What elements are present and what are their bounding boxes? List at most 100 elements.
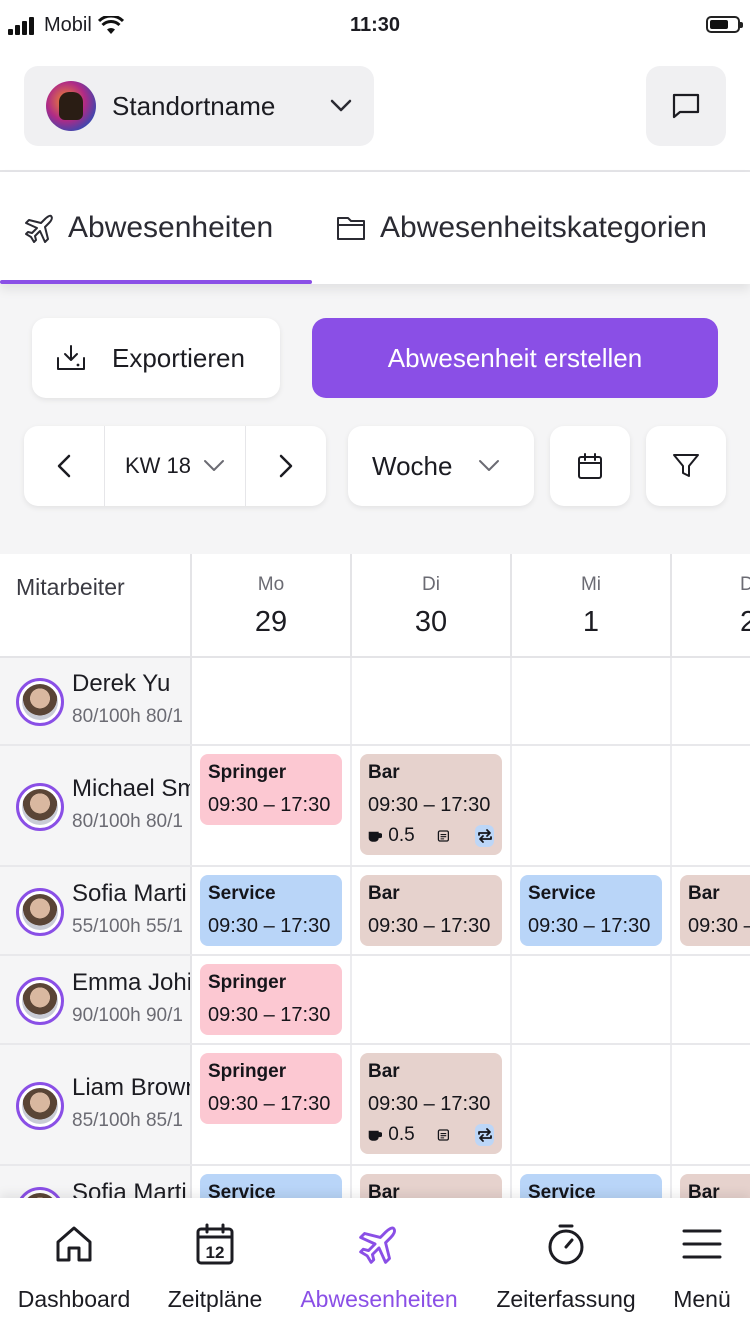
location-selector[interactable]: Standortname (24, 66, 374, 146)
day-cell[interactable]: Bar 09:30 – 17:30 0.5 (352, 1045, 512, 1164)
day-number: 2 (740, 606, 750, 638)
shift-card[interactable]: Service (200, 1174, 342, 1200)
shift-card[interactable]: Service (520, 1174, 662, 1200)
employee-cell[interactable]: Emma Johi 90/100h 90/1 (0, 956, 192, 1043)
previous-week-button[interactable] (24, 426, 104, 506)
day-cell[interactable]: Service (512, 1166, 672, 1200)
shift-card[interactable]: Bar 09:30 – 17:30 0.5 (360, 754, 502, 855)
day-cell[interactable]: Bar 09:30 – 17:30 (352, 867, 512, 954)
shift-card[interactable]: Bar 09:30 – (680, 875, 750, 946)
day-cell[interactable] (192, 658, 352, 744)
day-cell[interactable] (672, 746, 750, 865)
active-tab-indicator (0, 280, 312, 284)
employee-cell[interactable]: Sofia Marti 55/100h 55/1 (0, 867, 192, 954)
view-select[interactable]: Woche (348, 426, 534, 506)
day-cell[interactable]: Bar (672, 1166, 750, 1200)
day-name: Mi (580, 574, 602, 595)
employee-cell[interactable]: Derek Yu 80/100h 80/1 (0, 658, 192, 744)
day-cell[interactable] (352, 658, 512, 744)
tab-label: Abwesenheiten (68, 211, 274, 244)
nav-label: Zeiterfassung (496, 1286, 636, 1312)
day-cell[interactable] (512, 746, 672, 865)
day-cell[interactable]: Springer 09:30 – 17:30 (192, 1045, 352, 1164)
next-week-button[interactable] (246, 426, 326, 506)
nav-abwesenheiten[interactable]: Abwesenheiten (294, 1198, 464, 1334)
location-name: Standortname (112, 90, 276, 121)
shift-name: Bar (368, 762, 400, 783)
nav-zeiterfassung[interactable]: Zeiterfassung (488, 1198, 644, 1334)
employee-hours: 80/100h 80/1 (72, 810, 183, 832)
coffee-icon (368, 831, 383, 842)
day-cell[interactable]: Bar (352, 1166, 512, 1200)
toolbar: Exportieren Abwesenheit erstellen KW 18 … (0, 284, 750, 554)
shift-card[interactable]: Springer 09:30 – 17:30 (200, 964, 342, 1035)
day-cell[interactable]: Service (192, 1166, 352, 1200)
app-header: Standortname (0, 52, 750, 172)
shift-card[interactable]: Bar (360, 1174, 502, 1200)
shift-card[interactable]: Springer 09:30 – 17:30 (200, 754, 342, 825)
day-cell[interactable] (672, 658, 750, 744)
shift-card[interactable]: Springer 09:30 – 17:30 (200, 1053, 342, 1124)
day-cell[interactable] (512, 1045, 672, 1164)
nav-label: Dashboard (17, 1286, 131, 1312)
employee-column-header: Mitarbeiter (0, 554, 192, 658)
employee-hours: 55/100h 55/1 (72, 915, 183, 937)
day-cell[interactable] (672, 1045, 750, 1164)
employee-name: Derek Yu (72, 670, 171, 697)
day-number: 30 (414, 606, 448, 638)
note-icon (437, 830, 449, 842)
break-value: 0.5 (388, 1124, 415, 1145)
filter-button[interactable] (646, 426, 726, 506)
shift-card[interactable]: Service 09:30 – 17:30 (520, 875, 662, 946)
note-icon (437, 1129, 449, 1141)
chat-icon (672, 93, 700, 119)
create-absence-button[interactable]: Abwesenheit erstellen (312, 318, 718, 398)
export-button[interactable]: Exportieren (32, 318, 280, 398)
day-header: Mi 1 (512, 554, 672, 658)
week-select[interactable]: KW 18 (104, 426, 246, 506)
shift-card[interactable]: Bar 09:30 – 17:30 0.5 (360, 1053, 502, 1154)
shift-time: 09:30 – 17:30 (368, 1093, 491, 1115)
employee-cell[interactable]: Michael Sm 80/100h 80/1 (0, 746, 192, 865)
status-bar: Mobil 11:30 (0, 0, 750, 52)
calendar-12-icon: 12 (196, 1223, 234, 1265)
tab-abwesenheitskategorien[interactable]: Abwesenheitskategorien (336, 172, 707, 284)
avatar (16, 976, 64, 1025)
day-cell[interactable]: Service 09:30 – 17:30 (512, 867, 672, 954)
airplane-icon (25, 214, 53, 243)
day-cell[interactable] (352, 956, 512, 1043)
calendar-button[interactable] (550, 426, 630, 506)
shift-card[interactable]: Bar (680, 1174, 750, 1200)
shift-card[interactable]: Service 09:30 – 17:30 (200, 875, 342, 946)
view-label: Woche (372, 450, 453, 481)
location-avatar (46, 81, 96, 131)
shift-card[interactable]: Bar 09:30 – 17:30 (360, 875, 502, 946)
shift-name: Service (528, 883, 596, 904)
day-cell[interactable]: Service 09:30 – 17:30 (192, 867, 352, 954)
absence-grid: Mitarbeiter Mo 29 Di 30 Mi 1 D 2 Derek Y… (0, 554, 750, 1200)
filter-icon (673, 454, 699, 477)
repeat-icon (475, 1124, 494, 1146)
tab-abwesenheiten[interactable]: Abwesenheiten (24, 172, 273, 284)
day-cell[interactable]: Springer 09:30 – 17:30 (192, 746, 352, 865)
day-cell[interactable] (512, 658, 672, 744)
shift-time: 09:30 – 17:30 (208, 1004, 331, 1026)
messages-button[interactable] (646, 66, 726, 146)
menu-icon (682, 1229, 722, 1259)
download-icon (57, 345, 85, 370)
employee-cell[interactable]: Sofia Marti (0, 1166, 192, 1200)
day-cell[interactable] (512, 956, 672, 1043)
nav-label: Zeitpläne (167, 1286, 263, 1312)
nav-zeitplaene[interactable]: 12 Zeitpläne (160, 1198, 270, 1334)
nav-label: Menü (673, 1286, 731, 1312)
day-cell[interactable]: Bar 09:30 – 17:30 0.5 (352, 746, 512, 865)
day-name: Mo (257, 574, 285, 595)
nav-menu[interactable]: Menü (664, 1198, 740, 1334)
employee-cell[interactable]: Liam Brown 85/100h 85/1 (0, 1045, 192, 1164)
shift-meta: 0.5 (368, 825, 494, 847)
day-cell[interactable]: Springer 09:30 – 17:30 (192, 956, 352, 1043)
shift-time: 09:30 – 17:30 (208, 1093, 331, 1115)
day-cell[interactable] (672, 956, 750, 1043)
day-cell[interactable]: Bar 09:30 – (672, 867, 750, 954)
nav-dashboard[interactable]: Dashboard (14, 1198, 134, 1334)
